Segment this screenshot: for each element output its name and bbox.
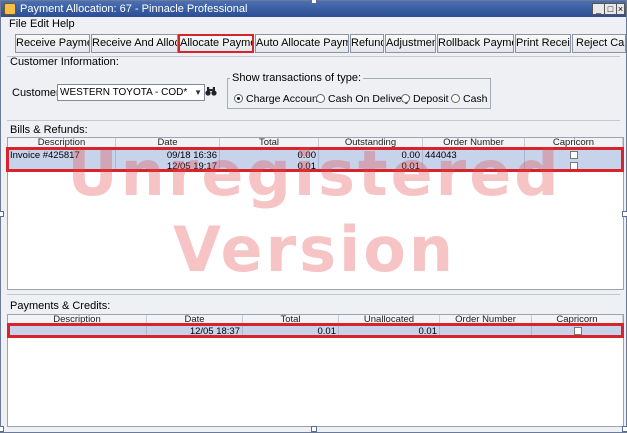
- table-row[interactable]: Invoice #425817 09/18 16:36 0.00 0.00 44…: [8, 150, 623, 161]
- window-title: Payment Allocation: 67 - Pinnacle Profes…: [20, 3, 248, 15]
- capricorn-checkbox[interactable]: [570, 151, 578, 159]
- cell-date: 12/05 18:37: [147, 326, 243, 337]
- resize-handle-bottom-right[interactable]: [622, 426, 627, 432]
- cell-capricorn: [525, 161, 623, 172]
- menu-edit[interactable]: Edit: [30, 18, 49, 30]
- auto-allocate-payment-button[interactable]: Auto Allocate Payment: [255, 34, 349, 53]
- column-header-description[interactable]: Description: [8, 138, 116, 148]
- capricorn-checkbox[interactable]: [573, 327, 582, 335]
- customer-info-label: Customer Information:: [10, 56, 119, 68]
- cell-outstanding: 0.01: [319, 161, 423, 172]
- column-header-date[interactable]: Date: [116, 138, 220, 148]
- radio-icon: [451, 94, 460, 103]
- customer-combo[interactable]: WESTERN TOYOTA - COD* ▼: [57, 84, 205, 101]
- adjustment-button[interactable]: Adjustment: [385, 34, 436, 53]
- cell-order-number: [423, 161, 525, 172]
- cell-unallocated: 0.01: [339, 326, 440, 337]
- cell-capricorn: [532, 326, 623, 337]
- cell-order-number: 444043: [423, 150, 525, 161]
- cell-description: Invoice #425817: [8, 150, 116, 161]
- column-header-total[interactable]: Total: [243, 315, 339, 325]
- cell-total: 0.00: [220, 150, 319, 161]
- receive-payment-button[interactable]: Receive Payment: [15, 34, 90, 53]
- cell-description: [8, 326, 147, 337]
- resize-handle-bottom[interactable]: [311, 426, 317, 432]
- cell-date: 09/18 16:36: [116, 150, 220, 161]
- resize-handle-top[interactable]: [311, 0, 317, 4]
- column-header-total[interactable]: Total: [220, 138, 319, 148]
- radio-selected-icon: [234, 94, 243, 103]
- receive-and-allocate-button[interactable]: Receive And Allocate: [91, 34, 178, 53]
- close-button[interactable]: ×: [616, 3, 625, 15]
- column-header-outstanding[interactable]: Outstanding: [319, 138, 423, 148]
- radio-label: Cash: [463, 93, 488, 105]
- radio-deposit[interactable]: Deposit: [401, 93, 449, 105]
- bills-refunds-label: Bills & Refunds:: [10, 124, 88, 136]
- payments-credits-label: Payments & Credits:: [10, 300, 111, 312]
- rollback-payment-button[interactable]: Rollback Payment: [437, 34, 514, 53]
- cell-order-number: [440, 326, 532, 337]
- chevron-down-icon[interactable]: ▼: [194, 85, 202, 100]
- section-divider: [7, 120, 620, 121]
- cell-total: 0.01: [220, 161, 319, 172]
- cell-description: [8, 161, 116, 172]
- column-header-description[interactable]: Description: [8, 315, 147, 325]
- column-header-unallocated[interactable]: Unallocated: [339, 315, 440, 325]
- table-row[interactable]: 12/05 19:17 0.01 0.01: [8, 161, 623, 172]
- radio-label: Charge Account: [246, 93, 321, 105]
- toolbar: Receive Payment Receive And Allocate All…: [1, 34, 626, 54]
- radio-charge-account[interactable]: Charge Account: [234, 93, 321, 105]
- radio-icon: [316, 94, 325, 103]
- menu-file[interactable]: File: [9, 18, 27, 30]
- binoculars-icon[interactable]: [205, 85, 217, 99]
- radio-label: Deposit: [413, 93, 449, 105]
- refund-button[interactable]: Refund: [350, 34, 384, 53]
- radio-cash-on-delivery[interactable]: Cash On Delivery: [316, 93, 410, 105]
- cell-total: 0.01: [243, 326, 339, 337]
- reject-capricorn-button[interactable]: Reject Capric: [572, 34, 626, 53]
- cell-outstanding: 0.00: [319, 150, 423, 161]
- column-header-capricorn[interactable]: Capricorn: [525, 138, 623, 148]
- radio-label: Cash On Delivery: [328, 93, 411, 105]
- column-header-capricorn[interactable]: Capricorn: [532, 315, 623, 325]
- allocate-payment-button[interactable]: Allocate Payment: [178, 34, 254, 53]
- transaction-type-label: Show transactions of type:: [230, 72, 364, 84]
- print-receipt-button[interactable]: Print Receipt: [515, 34, 571, 53]
- payment-allocation-window: Payment Allocation: 67 - Pinnacle Profes…: [0, 0, 627, 433]
- radio-icon: [401, 94, 410, 103]
- customer-value: WESTERN TOYOTA - COD*: [60, 87, 188, 98]
- menu-bar: File Edit Help: [1, 17, 626, 33]
- customer-label: Customer:: [12, 87, 63, 99]
- app-icon: [4, 3, 16, 15]
- section-divider: [7, 294, 620, 295]
- capricorn-checkbox[interactable]: [570, 162, 578, 170]
- table-row[interactable]: 12/05 18:37 0.01 0.01: [8, 326, 623, 337]
- cell-date: 12/05 19:17: [116, 161, 220, 172]
- resize-handle-bottom-left[interactable]: [0, 426, 4, 432]
- payments-table: Description Date Total Unallocated Order…: [7, 314, 624, 427]
- bills-table: Description Date Total Outstanding Order…: [7, 137, 624, 290]
- resize-handle-left[interactable]: [0, 211, 4, 217]
- column-header-order-number[interactable]: Order Number: [423, 138, 525, 148]
- column-header-order-number[interactable]: Order Number: [440, 315, 532, 325]
- cell-capricorn: [525, 150, 623, 161]
- radio-cash[interactable]: Cash: [451, 93, 488, 105]
- resize-handle-right[interactable]: [622, 211, 627, 217]
- column-header-date[interactable]: Date: [147, 315, 243, 325]
- menu-help[interactable]: Help: [52, 18, 75, 30]
